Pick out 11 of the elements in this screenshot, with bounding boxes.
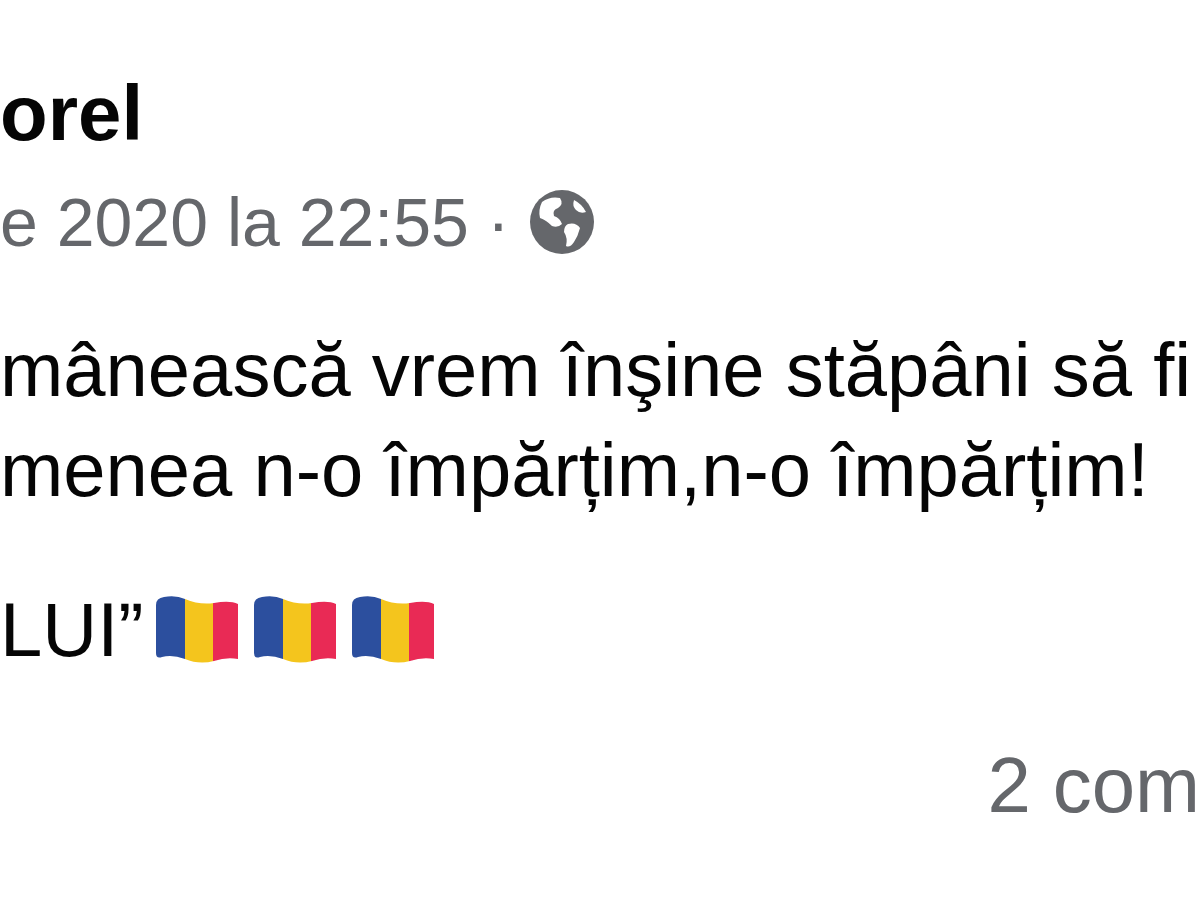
comment-count-link[interactable]: 2 com <box>987 740 1200 830</box>
post-timestamp[interactable]: e 2020 la 22:55 <box>0 182 469 262</box>
middle-dot: · <box>486 183 510 262</box>
globe-icon <box>529 190 594 254</box>
author-name[interactable]: orel <box>0 68 144 158</box>
flag-icon <box>153 595 240 665</box>
flag-icon <box>349 595 436 665</box>
flag-icon <box>251 595 338 665</box>
post-text: mânească vrem înşine stăpâni să fi <box>0 326 1192 414</box>
post-text: LUI” <box>0 586 144 674</box>
post-text: menea n-o împărțim,n-o împărțim! <box>0 426 1149 514</box>
